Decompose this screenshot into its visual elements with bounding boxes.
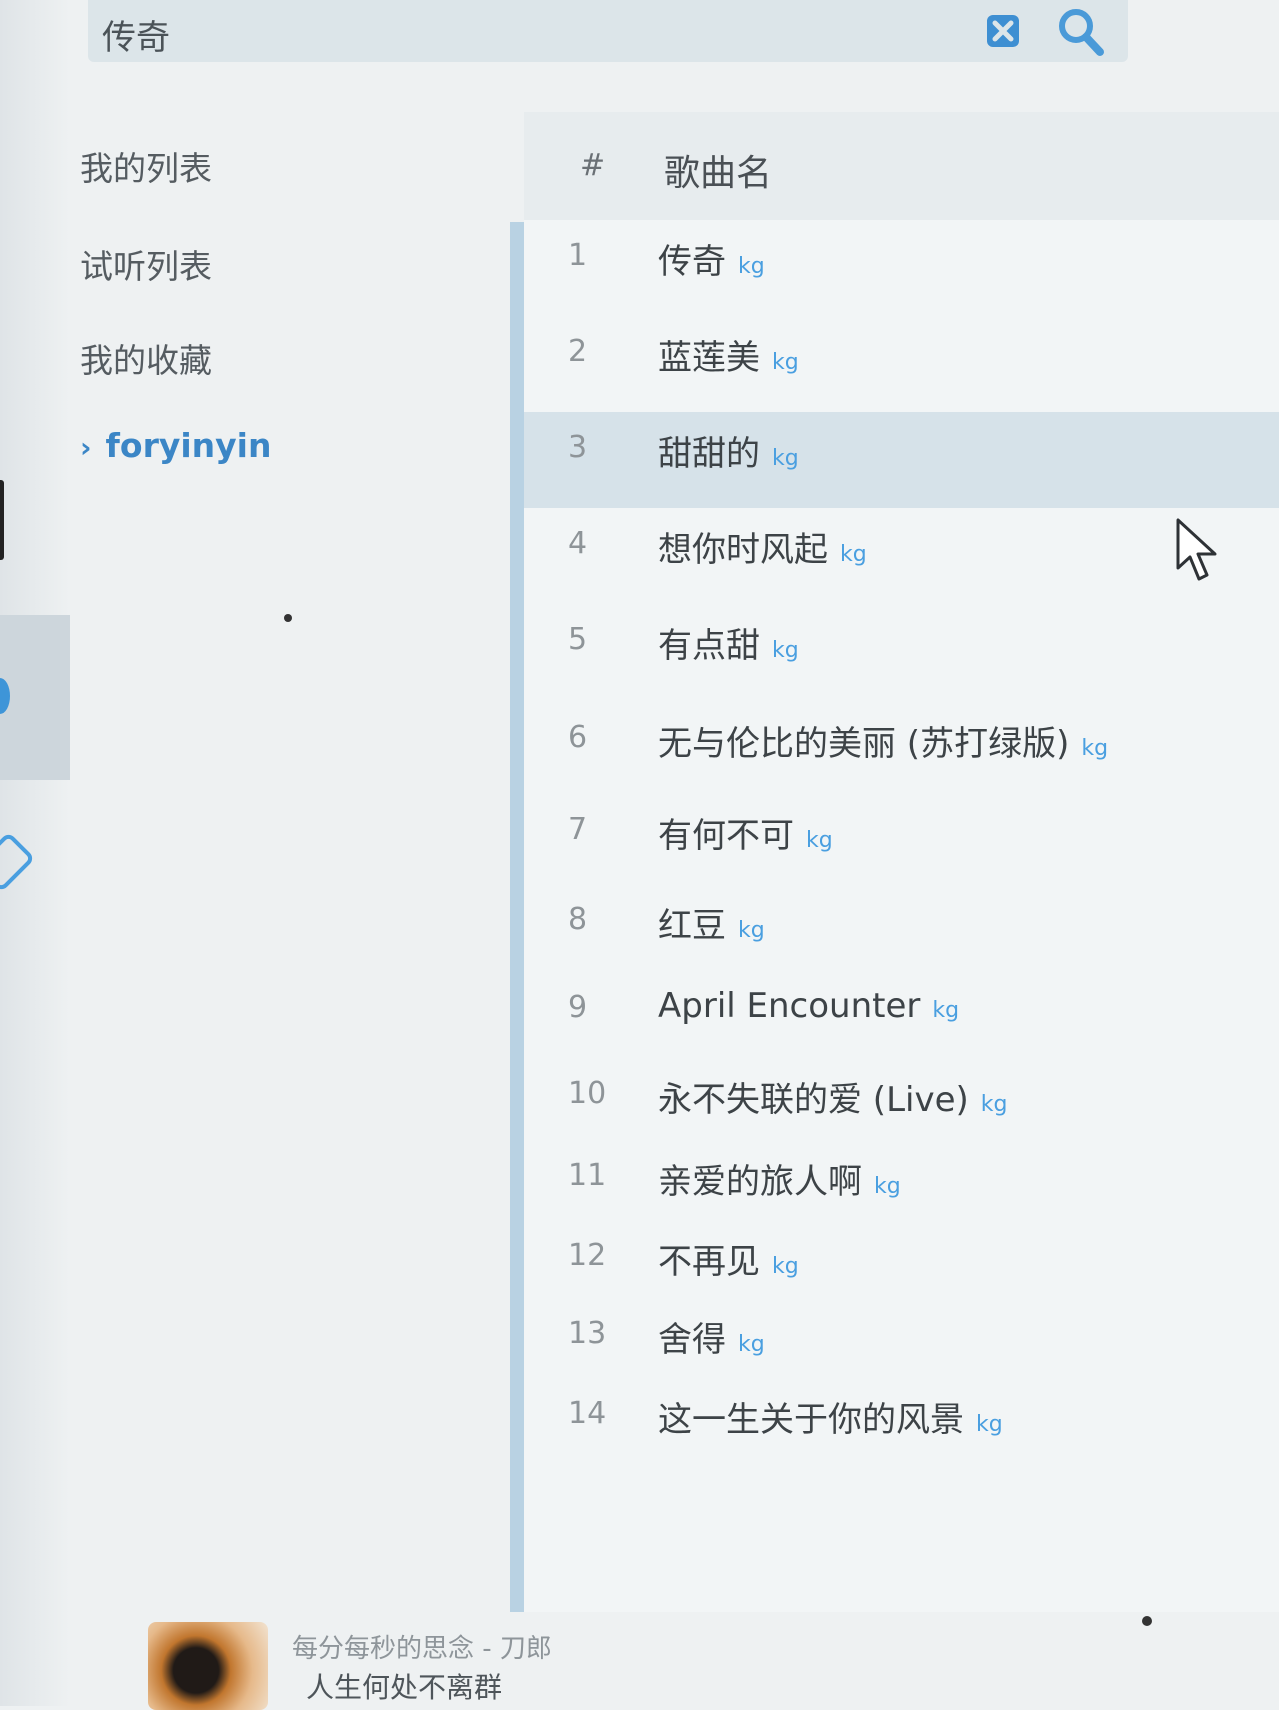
chevron-right-icon: › (80, 431, 92, 464)
track-number: 5 (568, 622, 588, 657)
sidebar-item-label: 我的收藏 (80, 341, 212, 380)
track-title[interactable]: April Encounter kg (658, 986, 959, 1026)
panel-divider[interactable] (510, 222, 524, 1612)
track-number: 7 (568, 812, 588, 847)
track-title[interactable]: 舍得 kg (658, 1312, 765, 1361)
track-number: 6 (568, 720, 588, 755)
track-row[interactable]: 7 有何不可 kg (524, 794, 1279, 890)
track-title-text: 舍得 (658, 1320, 726, 1360)
track-title[interactable]: 甜甜的 kg (658, 426, 799, 475)
track-title-text: 想你时风起 (658, 530, 828, 570)
column-title-header: 歌曲名 (664, 153, 773, 194)
track-title[interactable]: 不再见 kg (658, 1234, 799, 1283)
now-playing-bar: 每分每秒的思念 - 刀郎 人生何处不离群 (70, 1612, 1279, 1710)
track-number: 8 (568, 902, 588, 937)
track-title-text: 永不失联的爱 (Live) (658, 1080, 969, 1120)
clear-search-icon[interactable] (984, 12, 1022, 50)
mouse-pointer-icon (1176, 518, 1217, 581)
track-row[interactable]: 1 传奇 kg (524, 220, 1279, 316)
track-source-tag: kg (932, 998, 960, 1023)
track-source-tag: kg (772, 1254, 799, 1279)
track-number: 13 (568, 1316, 607, 1351)
track-title-text: 甜甜的 (658, 434, 760, 474)
track-title[interactable]: 亲爱的旅人啊 kg (658, 1154, 901, 1203)
sidebar-item-label: 试听列表 (80, 247, 212, 286)
edge-dark-mark (0, 480, 4, 560)
track-source-tag: kg (976, 1412, 1003, 1437)
edge-outline-icon[interactable] (0, 831, 36, 893)
track-row[interactable]: 8 红豆 kg (524, 884, 1279, 980)
track-number: 14 (568, 1396, 607, 1431)
track-title-text: 蓝莲美 (658, 338, 760, 378)
track-title[interactable]: 有点甜 kg (658, 618, 799, 667)
track-title-text: April Encounter (658, 986, 921, 1026)
track-number: 12 (568, 1238, 607, 1273)
track-title-text: 红豆 (658, 906, 726, 946)
track-title[interactable]: 有何不可 kg (658, 808, 833, 857)
track-title[interactable]: 红豆 kg (658, 898, 765, 947)
screen-speck (1142, 1616, 1152, 1626)
now-playing-title: 每分每秒的思念 - 刀郎 (292, 1634, 552, 1664)
track-row[interactable]: 6 无与伦比的美丽 (苏打绿版) kg (524, 702, 1279, 798)
track-title[interactable]: 传奇 kg (658, 234, 765, 283)
track-source-tag: kg (1081, 736, 1109, 761)
track-title-text: 不再见 (658, 1242, 760, 1282)
track-title-text: 有点甜 (658, 626, 760, 666)
window-left-edge (0, 0, 70, 1706)
track-number: 11 (568, 1158, 607, 1193)
track-number: 1 (568, 238, 588, 273)
search-bar[interactable]: 传奇 (88, 0, 1128, 62)
screen-speck (284, 614, 292, 622)
track-title-text: 这一生关于你的风景 (658, 1400, 964, 1440)
track-row[interactable]: 4 想你时风起 kg (524, 508, 1279, 604)
edge-highlight-band (0, 615, 70, 780)
search-input[interactable]: 传奇 (102, 10, 170, 59)
track-title[interactable]: 永不失联的爱 (Live) kg (658, 1072, 1007, 1121)
track-source-tag: kg (980, 1092, 1008, 1117)
track-row[interactable]: 5 有点甜 kg (524, 604, 1279, 700)
track-number: 2 (568, 334, 588, 369)
track-source-tag: kg (806, 828, 833, 853)
track-title[interactable]: 蓝莲美 kg (658, 330, 799, 379)
track-row[interactable]: 2 蓝莲美 kg (524, 316, 1279, 412)
track-source-tag: kg (874, 1174, 901, 1199)
track-number: 4 (568, 526, 588, 561)
column-number-header: # (580, 148, 606, 183)
track-title-text: 有何不可 (658, 816, 794, 856)
sidebar-item-favorites[interactable]: 我的收藏 (80, 334, 212, 382)
track-source-tag: kg (772, 446, 799, 471)
playlist-sidebar: 我的列表 试听列表 我的收藏 › foryinyin (70, 62, 510, 1622)
track-row[interactable]: 9 April Encounter kg (524, 972, 1279, 1068)
sidebar-item-label: 我的列表 (80, 149, 212, 188)
track-source-tag: kg (738, 1332, 765, 1357)
track-source-tag: kg (738, 254, 765, 279)
track-source-tag: kg (772, 350, 799, 375)
track-number: 10 (568, 1076, 607, 1111)
now-playing-lyric: 人生何处不离群 (306, 1671, 503, 1704)
search-icon[interactable] (1050, 2, 1110, 62)
track-source-tag: kg (772, 638, 799, 663)
track-title[interactable]: 无与伦比的美丽 (苏打绿版) kg (658, 716, 1108, 765)
track-row[interactable]: 14 这一生关于你的风景 kg (524, 1378, 1279, 1474)
track-title-text: 亲爱的旅人啊 (658, 1162, 862, 1202)
sidebar-item-label: foryinyin (105, 426, 272, 465)
track-title[interactable]: 想你时风起 kg (658, 522, 867, 571)
track-number: 3 (568, 430, 588, 465)
album-art[interactable] (148, 1622, 268, 1710)
tracklist-header: # 歌曲名 (524, 112, 1279, 220)
track-title[interactable]: 这一生关于你的风景 kg (658, 1392, 1003, 1441)
track-list: 1 传奇 kg 2 蓝莲美 kg 3 甜甜的 kg 4 想你时风起 kg 5 有点甜 kg 6 无与伦比的美丽 … (524, 220, 1279, 1620)
sidebar-item-preview-list[interactable]: 试听列表 (80, 240, 212, 288)
sidebar-item-foryinyin[interactable]: › foryinyin (80, 426, 271, 465)
track-title-text: 传奇 (658, 242, 726, 282)
sidebar-item-my-list[interactable]: 我的列表 (80, 142, 212, 190)
track-source-tag: kg (738, 918, 765, 943)
track-source-tag: kg (840, 542, 867, 567)
track-row[interactable]: 3 甜甜的 kg (524, 412, 1279, 508)
track-title-text: 无与伦比的美丽 (苏打绿版) (658, 724, 1070, 764)
track-number: 9 (568, 990, 588, 1025)
